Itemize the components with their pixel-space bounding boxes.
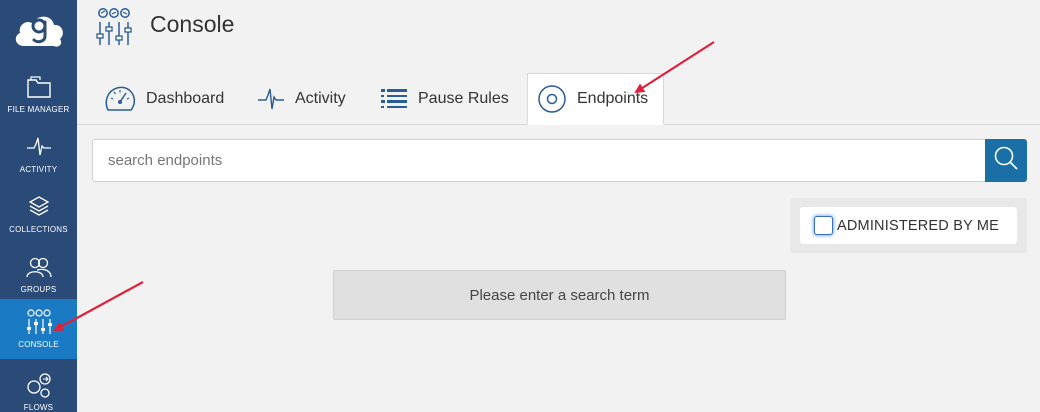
sidebar-item-console[interactable]: CONSOLE [0,299,77,359]
tab-pause-rules[interactable]: Pause Rules [380,73,509,124]
sidebar-item-file-manager[interactable]: FILE MANAGER [0,64,77,124]
sidebar-item-collections[interactable]: COLLECTIONS [0,184,77,244]
search-icon [993,145,1019,176]
people-icon [24,254,54,280]
sliders-icon [95,7,133,52]
sidebar-item-label: GROUPS [20,285,57,294]
filter-panel: ADMINISTERED BY ME [790,198,1027,253]
page-header: Console [77,0,1040,62]
globus-logo[interactable] [0,0,77,62]
main-content: Console Dashboard Activity Pause Rules E… [77,0,1040,412]
tab-label: Activity [295,89,346,107]
sidebar-item-label: FILE MANAGER [7,105,70,114]
sidebar-item-flows[interactable]: FLOWS [0,362,77,412]
sidebar-item-label: ACTIVITY [19,165,58,174]
ring-icon [537,84,567,114]
search-input[interactable] [92,139,985,182]
sidebar-item-activity[interactable]: ACTIVITY [0,124,77,184]
sidebar-item-label: CONSOLE [18,340,59,349]
empty-search-message: Please enter a search term [333,270,786,320]
tab-activity[interactable]: Activity [257,73,346,124]
sidebar-item-groups[interactable]: GROUPS [0,244,77,304]
globus-cloud-logo-icon [15,16,63,47]
layers-icon [24,194,54,220]
filter-label: ADMINISTERED BY ME [837,217,1000,234]
tab-label: Pause Rules [418,89,509,107]
sliders-icon [24,309,54,335]
administered-by-me-checkbox[interactable] [814,216,833,235]
pulse-icon [257,87,285,111]
page-title: Console [150,11,235,37]
pulse-icon [24,134,54,160]
list-icon [380,87,408,111]
tab-dashboard[interactable]: Dashboard [104,73,224,124]
app-window: FILE MANAGER ACTIVITY COLLECTIONS GROUPS [0,0,1040,412]
tab-label: Dashboard [146,89,225,107]
administered-by-me-filter[interactable]: ADMINISTERED BY ME [800,207,1017,244]
sidebar-item-label: FLOWS [23,403,54,412]
folder-icon [24,74,54,100]
tab-label: Endpoints [577,90,649,107]
sidebar: FILE MANAGER ACTIVITY COLLECTIONS GROUPS [0,0,77,412]
sidebar-item-label: COLLECTIONS [9,225,68,234]
flows-icon [24,372,54,398]
tab-bar: Dashboard Activity Pause Rules Endpoints [77,73,1040,125]
gauge-icon [104,84,136,114]
search-button[interactable] [985,139,1027,182]
tab-endpoints[interactable]: Endpoints [527,73,665,125]
search-bar [92,139,1027,182]
